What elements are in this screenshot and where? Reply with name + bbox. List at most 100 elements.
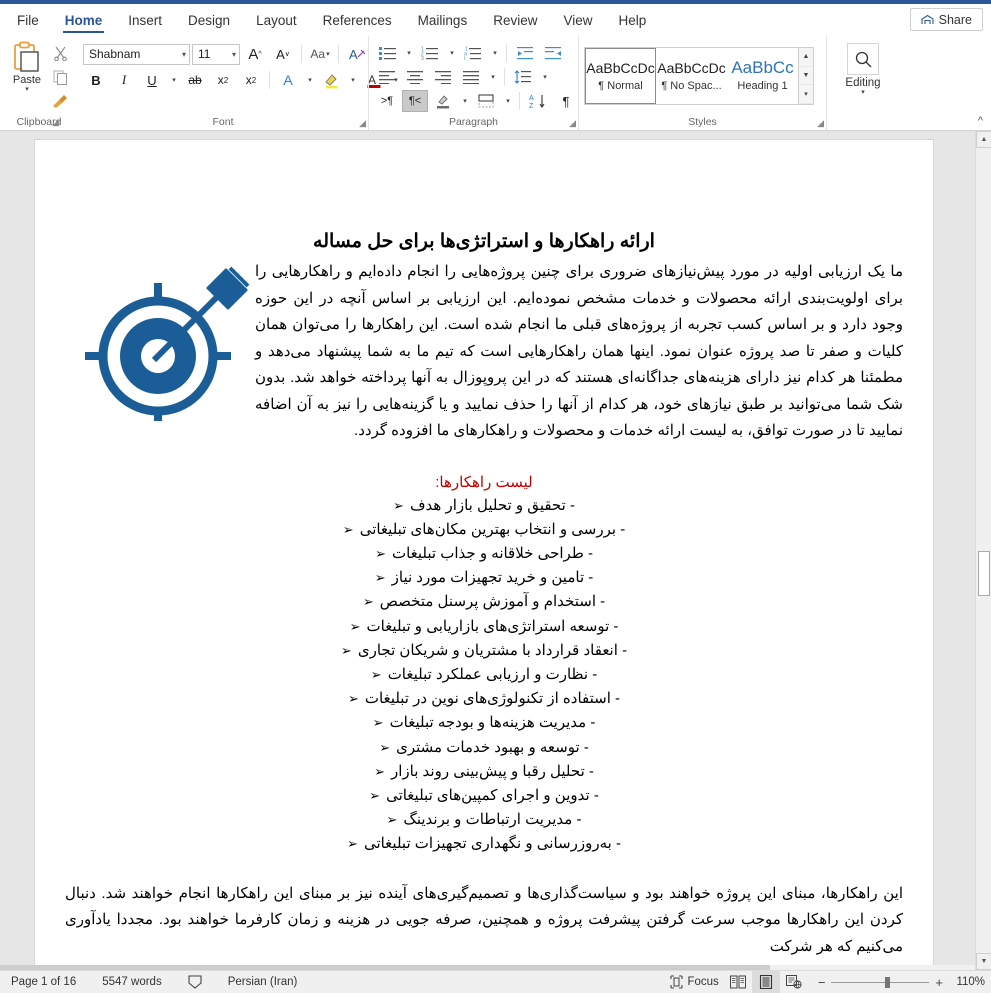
zoom-in-button[interactable]: +	[935, 975, 943, 990]
format-painter-icon[interactable]	[49, 91, 71, 112]
justify-dropdown-icon[interactable]: ▾	[486, 66, 499, 88]
page-indicator[interactable]: Page 1 of 16	[6, 971, 81, 993]
align-right-icon[interactable]	[430, 66, 456, 88]
svg-text:A: A	[529, 95, 534, 102]
print-layout-icon[interactable]	[751, 971, 780, 993]
list-item-text: - به‌روزرسانی و نگهداری تجهیزات تبلیغاتی	[363, 835, 621, 853]
tab-layout[interactable]: Layout	[243, 4, 310, 36]
zoom-level[interactable]: 110%	[951, 976, 985, 988]
list-item-text: - طراحی خلاقانه و جذاب تبلیغات	[391, 544, 593, 562]
line-spacing-icon[interactable]	[510, 66, 536, 88]
paste-button[interactable]: Paste ▾	[5, 39, 49, 93]
read-mode-icon[interactable]	[724, 971, 752, 993]
document-body[interactable]: ارائه راهکارها و استراتژی‌ها برای حل مسا…	[65, 140, 903, 970]
shading-dropdown-icon[interactable]: ▾	[458, 90, 471, 112]
styles-more-icon[interactable]: ▾	[799, 85, 813, 105]
clear-formatting-icon[interactable]: A	[344, 43, 370, 65]
word-count[interactable]: 5547 words	[97, 971, 166, 993]
ribbon-tab-bar: File Home Insert Design Layout Reference…	[0, 4, 991, 36]
highlight-dropdown-icon[interactable]: ▾	[346, 69, 359, 91]
underline-icon[interactable]: U	[139, 69, 165, 91]
font-dialog-launcher-icon[interactable]: ◢	[359, 118, 366, 129]
text-effects-icon[interactable]: A	[275, 69, 301, 91]
tab-mailings[interactable]: Mailings	[405, 4, 481, 36]
clipboard-dialog-launcher-icon[interactable]: ◢	[52, 117, 59, 128]
document-canvas[interactable]: ارائه راهکارها و استراتژی‌ها برای حل مسا…	[0, 131, 991, 970]
numbering-dropdown-icon[interactable]: ▾	[445, 42, 458, 64]
italic-icon[interactable]: I	[111, 69, 137, 91]
language-indicator[interactable]: Persian (Iran)	[223, 971, 303, 993]
tab-insert[interactable]: Insert	[115, 4, 175, 36]
shrink-font-icon[interactable]: A ∨	[270, 43, 296, 65]
editing-button[interactable]: Editing ▾	[832, 39, 894, 96]
shading-icon[interactable]	[430, 90, 456, 112]
tab-design[interactable]: Design	[175, 4, 243, 36]
borders-dropdown-icon[interactable]: ▾	[501, 90, 514, 112]
zoom-slider[interactable]	[831, 976, 930, 988]
share-button[interactable]: Share	[909, 8, 983, 31]
sort-icon[interactable]: AZ	[525, 90, 551, 112]
vertical-scrollbar[interactable]: ▲ ▼	[975, 131, 991, 970]
multilevel-dropdown-icon[interactable]: ▾	[488, 42, 501, 64]
tab-view[interactable]: View	[550, 4, 605, 36]
bullet-arrow-icon: ➢	[386, 812, 398, 828]
grow-font-icon[interactable]: A ^	[242, 43, 268, 65]
tab-review[interactable]: Review	[480, 4, 550, 36]
text-effects-dropdown-icon[interactable]: ▾	[303, 69, 316, 91]
bullets-dropdown-icon[interactable]: ▾	[402, 42, 415, 64]
font-name-combo[interactable]: Shabnam ▾	[83, 43, 190, 65]
editing-dropdown-icon[interactable]: ▾	[861, 89, 865, 96]
justify-icon[interactable]	[458, 66, 484, 88]
tab-home[interactable]: Home	[52, 4, 116, 36]
subscript-icon[interactable]: x2	[210, 69, 236, 91]
show-formatting-marks-icon[interactable]: ¶	[553, 90, 579, 112]
styles-scroll-down-icon[interactable]: ▼	[799, 66, 813, 86]
styles-scroll-up-icon[interactable]: ▲	[799, 48, 813, 67]
zoom-out-button[interactable]: −	[818, 975, 826, 990]
strikethrough-icon[interactable]: ab	[182, 69, 208, 91]
style-heading-1[interactable]: AaBbCс Heading 1	[727, 48, 798, 104]
document-page[interactable]: ارائه راهکارها و استراتژی‌ها برای حل مسا…	[35, 140, 933, 970]
rtl-text-direction-icon[interactable]: ¶<	[402, 90, 428, 112]
styles-dialog-launcher-icon[interactable]: ◢	[817, 118, 824, 129]
decrease-indent-icon[interactable]	[512, 42, 538, 64]
collapse-ribbon-icon[interactable]: ^	[978, 115, 983, 127]
copy-icon[interactable]	[49, 67, 71, 88]
bullets-icon[interactable]	[374, 42, 400, 64]
target-dart-icon[interactable]	[65, 255, 255, 421]
tab-references[interactable]: References	[310, 4, 405, 36]
bold-icon[interactable]: B	[83, 69, 109, 91]
tab-help[interactable]: Help	[606, 4, 660, 36]
paragraph-group-label: Paragraph	[448, 116, 499, 128]
line-spacing-dropdown-icon[interactable]: ▾	[538, 66, 551, 88]
style-normal[interactable]: AaBbCcDc ¶ Normal	[585, 48, 656, 104]
zoom-slider-thumb[interactable]	[885, 976, 891, 988]
vertical-scrollbar-thumb[interactable]	[978, 551, 990, 596]
scroll-down-icon[interactable]: ▼	[976, 953, 991, 970]
style-no-spacing[interactable]: AaBbCcDc ¶ No Spac...	[656, 48, 727, 104]
zoom-control[interactable]: − +	[808, 975, 951, 990]
paste-dropdown-icon[interactable]: ▾	[25, 86, 29, 93]
numbering-icon[interactable]: 123	[417, 42, 443, 64]
align-left-icon[interactable]	[374, 66, 400, 88]
cut-icon[interactable]	[49, 43, 71, 64]
proofing-errors-icon[interactable]	[183, 971, 207, 993]
focus-button[interactable]: Focus	[665, 971, 723, 993]
scroll-up-icon[interactable]: ▲	[976, 131, 991, 148]
solutions-list-heading: لیست راهکارها:	[435, 473, 533, 491]
highlight-icon[interactable]	[318, 69, 344, 91]
multilevel-list-icon[interactable]: 1ai	[460, 42, 486, 64]
font-size-combo[interactable]: 11 ▾	[192, 43, 240, 65]
list-item: - تدوین و اجرای کمپین‌های تبلیغاتی ➢	[65, 784, 903, 808]
web-layout-icon[interactable]	[780, 971, 808, 993]
editing-label: Editing	[845, 77, 881, 89]
superscript-icon[interactable]: x2	[238, 69, 264, 91]
underline-dropdown-icon[interactable]: ▾	[167, 69, 180, 91]
paragraph-dialog-launcher-icon[interactable]: ◢	[569, 118, 576, 129]
borders-icon[interactable]	[473, 90, 499, 112]
tab-file[interactable]: File	[4, 4, 52, 36]
ltr-text-direction-icon[interactable]: >¶	[374, 90, 400, 112]
align-center-icon[interactable]	[402, 66, 428, 88]
change-case-icon[interactable]: Aa ▾	[307, 43, 333, 65]
increase-indent-icon[interactable]	[540, 42, 566, 64]
